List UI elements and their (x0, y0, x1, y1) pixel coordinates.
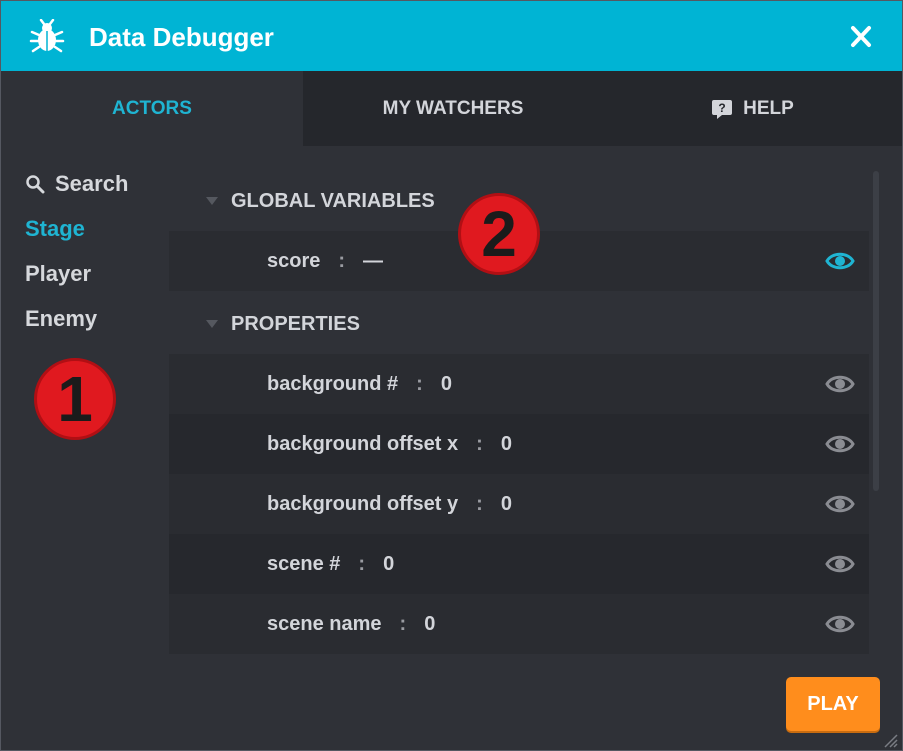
variable-name: background offset x (267, 432, 459, 455)
separator: : (476, 432, 483, 455)
watch-eye-icon[interactable] (825, 492, 855, 516)
tab-bar: ACTORS MY WATCHERS ? HELP (1, 71, 902, 146)
variable-name: background # (267, 372, 399, 395)
variable-value: — (363, 249, 384, 272)
sidebar-item-label: Enemy (25, 306, 98, 331)
variable-name: score (267, 249, 321, 272)
separator: : (476, 492, 483, 515)
data-debugger-window: Data Debugger ACTORS MY WATCHERS ? HELP (0, 0, 903, 751)
watch-eye-icon-active[interactable] (825, 249, 855, 273)
variable-row-background-number: background # : 0 (169, 354, 869, 414)
variable-row-background-offset-x: background offset x : 0 (169, 414, 869, 474)
section-properties[interactable]: PROPERTIES (169, 294, 869, 354)
scrollbar-thumb[interactable] (873, 171, 879, 491)
separator: : (399, 612, 407, 635)
svg-text:?: ? (718, 101, 725, 115)
help-icon: ? (712, 99, 733, 119)
actor-sidebar: Search Stage Player Enemy (1, 146, 169, 750)
variable-name: background offset y (267, 492, 459, 515)
tab-my-watchers-label: MY WATCHERS (382, 97, 524, 119)
sidebar-search-label: Search (55, 171, 129, 196)
bug-icon (29, 19, 65, 53)
tab-help-label: HELP (743, 97, 794, 119)
sidebar-item-enemy[interactable]: Enemy (25, 303, 97, 335)
tab-my-watchers[interactable]: MY WATCHERS (303, 71, 603, 146)
variable-row-scene-number: scene # : 0 (169, 534, 869, 594)
collapse-triangle-icon (206, 197, 218, 205)
resize-grip-icon[interactable] (881, 731, 899, 749)
watch-eye-icon[interactable] (825, 372, 855, 396)
window-title: Data Debugger (89, 22, 274, 52)
separator: : (416, 372, 423, 395)
collapse-triangle-icon (206, 320, 218, 328)
watch-eye-icon[interactable] (825, 432, 855, 456)
sidebar-item-stage[interactable]: Stage (25, 213, 85, 245)
variable-row-scene-name: scene name : 0 (169, 594, 869, 654)
variable-value: 0 (424, 612, 436, 635)
variable-value: 0 (500, 432, 512, 455)
watch-eye-icon[interactable] (825, 612, 855, 636)
annotation-badge-2: 2 (458, 193, 540, 275)
play-button[interactable]: PLAY (786, 677, 880, 731)
variable-name: scene name (267, 612, 382, 635)
annotation-badge-1: 1 (34, 358, 116, 440)
section-title: GLOBAL VARIABLES (231, 189, 435, 212)
watch-eye-icon[interactable] (825, 552, 855, 576)
sidebar-item-label: Stage (25, 216, 85, 241)
separator: : (338, 249, 346, 272)
section-title: PROPERTIES (231, 312, 360, 335)
sidebar-search[interactable]: Search (25, 168, 128, 200)
tab-actors[interactable]: ACTORS (1, 71, 303, 146)
variable-name: scene # (267, 552, 341, 575)
titlebar: Data Debugger (1, 1, 902, 71)
variable-value: 0 (383, 552, 395, 575)
variable-value: 0 (500, 492, 512, 515)
sidebar-item-label: Player (25, 261, 92, 286)
variable-row-background-offset-y: background offset y : 0 (169, 474, 869, 534)
tab-help[interactable]: ? HELP (603, 71, 902, 146)
close-icon[interactable] (841, 21, 881, 53)
tab-actors-label: ACTORS (112, 97, 192, 119)
sidebar-item-player[interactable]: Player (25, 258, 91, 290)
separator: : (358, 552, 366, 575)
variable-value: 0 (440, 372, 452, 395)
search-icon (26, 175, 45, 194)
